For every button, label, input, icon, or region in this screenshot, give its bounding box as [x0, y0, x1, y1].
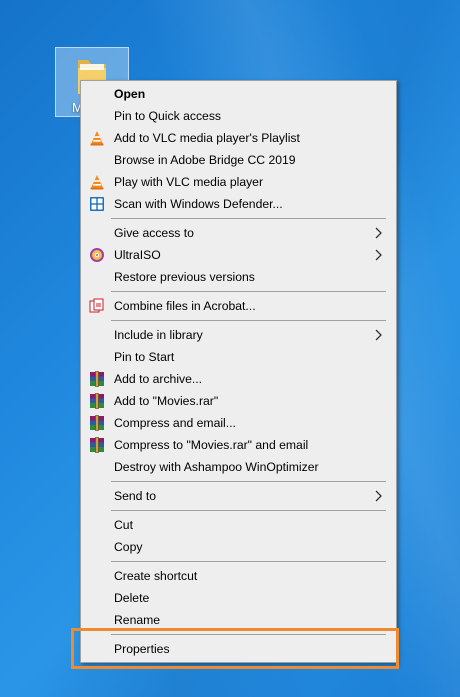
menu-item-play-with-vlc-media-player[interactable]: Play with VLC media player	[81, 171, 396, 193]
menu-item-include-in-library[interactable]: Include in library	[81, 324, 396, 346]
menu-item-cut[interactable]: Cut	[81, 514, 396, 536]
menu-item-label: Combine files in Acrobat...	[114, 299, 256, 313]
menu-item-label: Add to VLC media player's Playlist	[114, 131, 300, 145]
menu-item-add-to-movies-rar[interactable]: Add to "Movies.rar"	[81, 390, 396, 412]
menu-separator	[111, 561, 386, 562]
menu-item-copy[interactable]: Copy	[81, 536, 396, 558]
menu-item-compress-to-movies-rar-and-email[interactable]: Compress to "Movies.rar" and email	[81, 434, 396, 456]
menu-item-open[interactable]: Open	[81, 83, 396, 105]
menu-item-restore-previous-versions[interactable]: Restore previous versions	[81, 266, 396, 288]
windows-defender-icon	[89, 196, 105, 212]
menu-item-label: Rename	[114, 613, 161, 627]
chevron-right-icon	[375, 490, 382, 502]
menu-item-label: Destroy with Ashampoo WinOptimizer	[114, 460, 319, 474]
menu-item-label: Delete	[114, 591, 150, 605]
menu-separator	[111, 218, 386, 219]
menu-item-label: Browse in Adobe Bridge CC 2019	[114, 153, 296, 167]
menu-item-label: Pin to Start	[114, 350, 175, 364]
chevron-right-icon	[375, 329, 382, 341]
menu-item-label: Add to "Movies.rar"	[114, 394, 219, 408]
menu-item-label: UltraISO	[114, 248, 161, 262]
winrar-icon	[89, 437, 105, 453]
menu-item-label: Send to	[114, 489, 157, 503]
menu-item-label: Restore previous versions	[114, 270, 255, 284]
menu-item-create-shortcut[interactable]: Create shortcut	[81, 565, 396, 587]
menu-item-browse-in-adobe-bridge-cc-2019[interactable]: Browse in Adobe Bridge CC 2019	[81, 149, 396, 171]
menu-separator	[111, 510, 386, 511]
menu-item-delete[interactable]: Delete	[81, 587, 396, 609]
menu-item-label: Compress and email...	[114, 416, 236, 430]
menu-item-label: Add to archive...	[114, 372, 203, 386]
winrar-icon	[89, 415, 105, 431]
winrar-icon	[89, 393, 105, 409]
winrar-icon	[89, 371, 105, 387]
menu-item-label: Pin to Quick access	[114, 109, 222, 123]
menu-item-compress-and-email[interactable]: Compress and email...	[81, 412, 396, 434]
menu-item-label: Include in library	[114, 328, 203, 342]
menu-separator	[111, 481, 386, 482]
menu-item-add-to-vlc-media-player-s-playlist[interactable]: Add to VLC media player's Playlist	[81, 127, 396, 149]
menu-item-label: Create shortcut	[114, 569, 198, 583]
menu-item-add-to-archive[interactable]: Add to archive...	[81, 368, 396, 390]
chevron-right-icon	[375, 249, 382, 261]
menu-separator	[111, 320, 386, 321]
context-menu: Open Pin to Quick access Add to VLC media …	[80, 80, 397, 663]
menu-item-label: Give access to	[114, 226, 194, 240]
menu-item-label: Scan with Windows Defender...	[114, 197, 283, 211]
menu-item-label: Open	[114, 87, 146, 101]
menu-item-destroy-with-ashampoo-winoptimizer[interactable]: Destroy with Ashampoo WinOptimizer	[81, 456, 396, 478]
menu-item-label: Copy	[114, 540, 143, 554]
menu-item-label: Play with VLC media player	[114, 175, 264, 189]
menu-item-send-to[interactable]: Send to	[81, 485, 396, 507]
ultraiso-icon	[89, 247, 105, 263]
menu-separator	[111, 291, 386, 292]
chevron-right-icon	[375, 227, 382, 239]
menu-item-label: Compress to "Movies.rar" and email	[114, 438, 309, 452]
menu-item-scan-with-windows-defender[interactable]: Scan with Windows Defender...	[81, 193, 396, 215]
acrobat-icon	[89, 298, 105, 314]
menu-item-label: Cut	[114, 518, 133, 532]
properties-highlight-box	[71, 628, 399, 669]
vlc-icon	[89, 130, 105, 146]
menu-item-pin-to-start[interactable]: Pin to Start	[81, 346, 396, 368]
vlc-icon	[89, 174, 105, 190]
menu-item-combine-files-in-acrobat[interactable]: Combine files in Acrobat...	[81, 295, 396, 317]
menu-item-pin-to-quick-access[interactable]: Pin to Quick access	[81, 105, 396, 127]
menu-item-ultraiso[interactable]: UltraISO	[81, 244, 396, 266]
menu-item-give-access-to[interactable]: Give access to	[81, 222, 396, 244]
